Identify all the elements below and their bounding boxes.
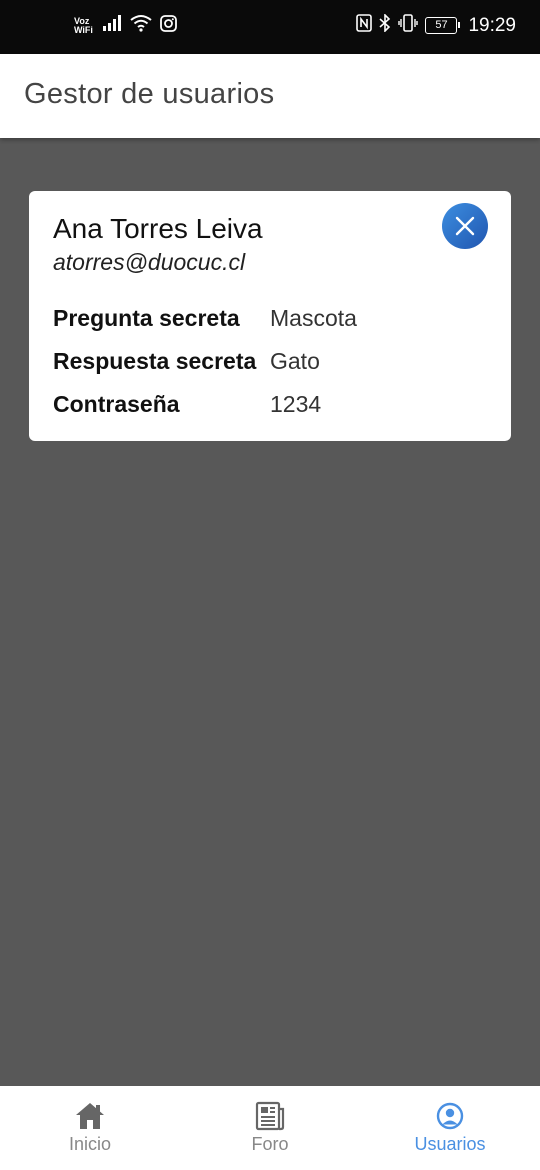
nfc-icon (356, 14, 373, 37)
battery-indicator: 57 (425, 17, 461, 34)
app-bar: Gestor de usuarios (0, 54, 540, 138)
nav-item-foro[interactable]: Foro (180, 1086, 360, 1170)
close-icon (455, 216, 475, 236)
newspaper-icon (255, 1101, 285, 1131)
secret-question-label: Pregunta secreta (53, 305, 240, 331)
secret-answer-value: Gato (270, 348, 320, 374)
vibrate-icon (398, 14, 419, 37)
user-detail-card: Ana Torres Leiva atorres@duocuc.cl Pregu… (29, 191, 511, 441)
close-button[interactable] (442, 203, 488, 249)
nav-item-inicio[interactable]: Inicio (0, 1086, 180, 1170)
wifi-icon (130, 14, 152, 37)
voz-wifi-label: Voz WiFi (74, 15, 93, 35)
password-label: Contraseña (53, 391, 180, 417)
instagram-icon (160, 14, 177, 37)
status-right: 57 19:29 (356, 13, 516, 37)
nav-label-usuarios: Usuarios (414, 1134, 486, 1154)
nav-label-foro: Foro (251, 1134, 289, 1154)
page-title: Gestor de usuarios (24, 78, 275, 110)
bottom-nav: Inicio Foro Usuarios (0, 1086, 540, 1170)
secret-question-value: Mascota (270, 305, 357, 331)
status-left: Voz WiFi (74, 14, 177, 37)
password-value: 1234 (270, 391, 322, 417)
user-name: Ana Torres Leiva (53, 213, 263, 244)
bluetooth-icon (379, 13, 391, 37)
user-circle-icon (436, 1102, 464, 1130)
nav-item-usuarios[interactable]: Usuarios (360, 1086, 540, 1170)
signal-icon (102, 14, 122, 37)
user-email: atorres@duocuc.cl (53, 249, 246, 275)
secret-answer-label: Respuesta secreta (53, 348, 257, 374)
status-bar: Voz WiFi 57 19:29 (0, 0, 540, 54)
home-icon (76, 1103, 104, 1129)
nav-label-inicio: Inicio (68, 1134, 112, 1154)
status-time: 19:29 (468, 14, 516, 36)
